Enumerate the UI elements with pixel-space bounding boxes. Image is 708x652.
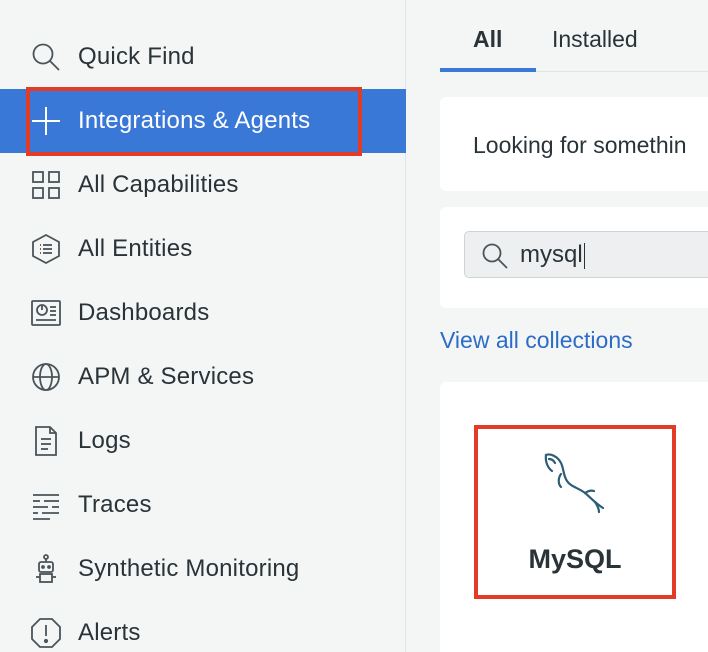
view-all-collections-link[interactable]: View all collections — [440, 327, 633, 354]
sidebar-item-alerts[interactable]: Alerts — [0, 601, 406, 652]
sidebar-item-label: All Entities — [78, 235, 193, 262]
sidebar-item-integrations-agents[interactable]: Integrations & Agents — [0, 89, 406, 153]
active-tab-indicator — [440, 68, 536, 72]
dashboard-icon — [30, 297, 62, 329]
plus-icon — [30, 105, 62, 137]
sidebar-item-label: Synthetic Monitoring — [78, 555, 300, 582]
document-icon — [30, 425, 62, 457]
search-icon — [30, 41, 62, 73]
mysql-dolphin-icon — [539, 450, 611, 516]
info-banner: Looking for somethin — [440, 97, 708, 191]
banner-text: Looking for somethin — [473, 132, 687, 158]
sidebar-item-label: Alerts — [78, 619, 141, 646]
traces-icon — [30, 489, 62, 521]
grid-icon — [30, 169, 62, 201]
sidebar-item-traces[interactable]: Traces — [0, 473, 406, 537]
sidebar: Quick Find Integrations & Agents All Cap… — [0, 0, 406, 652]
sidebar-item-label: Traces — [78, 491, 152, 518]
tab-installed[interactable]: Installed — [552, 26, 638, 53]
text-caret — [583, 242, 586, 269]
search-icon — [481, 242, 509, 270]
sidebar-item-apm-services[interactable]: APM & Services — [0, 345, 406, 409]
search-input[interactable]: mysql — [464, 231, 708, 278]
sidebar-item-label: Quick Find — [78, 43, 195, 70]
search-card: mysql — [440, 207, 708, 308]
sidebar-item-dashboards[interactable]: Dashboards — [0, 281, 406, 345]
sidebar-item-label: Integrations & Agents — [78, 107, 311, 134]
sidebar-item-label: Dashboards — [78, 299, 210, 326]
entities-icon — [30, 233, 62, 265]
sidebar-item-all-capabilities[interactable]: All Capabilities — [0, 153, 406, 217]
sidebar-item-label: APM & Services — [78, 363, 255, 390]
sidebar-item-all-entities[interactable]: All Entities — [0, 217, 406, 281]
globe-icon — [30, 361, 62, 393]
sidebar-item-label: All Capabilities — [78, 171, 239, 198]
robot-icon — [30, 553, 62, 585]
tab-all[interactable]: All — [473, 26, 502, 53]
tab-bar: All Installed — [440, 0, 708, 72]
sidebar-item-logs[interactable]: Logs — [0, 409, 406, 473]
sidebar-item-quick-find[interactable]: Quick Find — [0, 25, 406, 89]
sidebar-item-label: Logs — [78, 427, 131, 454]
alert-icon — [30, 617, 62, 649]
integration-name: MySQL — [528, 544, 622, 574]
main-content: All Installed Looking for somethin mysql… — [407, 0, 708, 652]
search-value: mysql — [520, 241, 583, 268]
sidebar-item-synthetic-monitoring[interactable]: Synthetic Monitoring — [0, 537, 406, 601]
